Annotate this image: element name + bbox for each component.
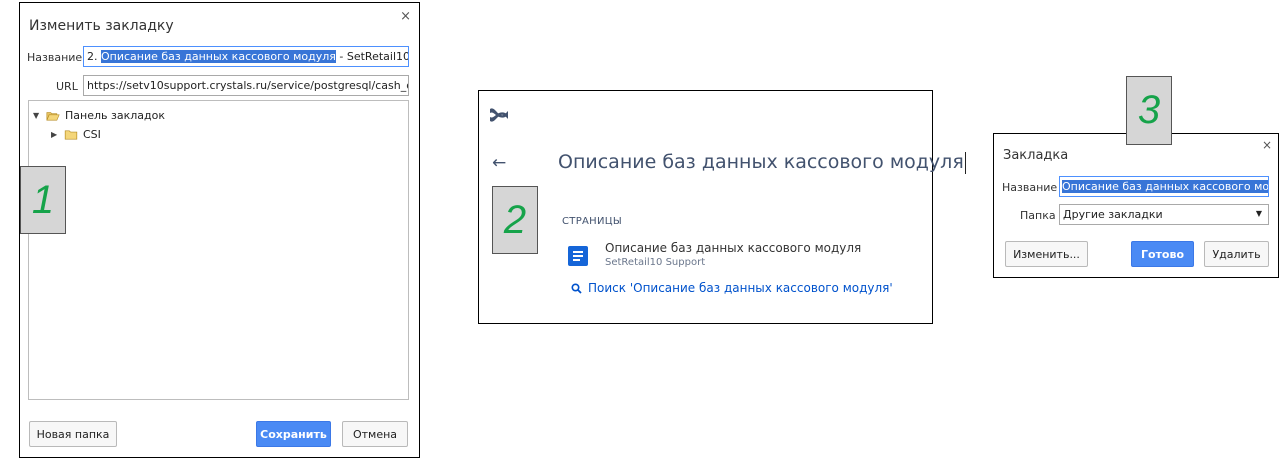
name-input[interactable]: 2. Описание баз данных кассового модуля … xyxy=(83,46,409,67)
url-label: URL xyxy=(56,80,78,93)
dropdown-arrow-icon: ▼ xyxy=(1255,209,1262,218)
tree-item-label: Панель закладок xyxy=(65,109,165,122)
search-result-title[interactable]: Описание баз данных кассового модуля xyxy=(605,241,861,255)
search-query-text: Описание баз данных кассового модуля xyxy=(558,151,964,173)
bookmark-popup: Закладка × Название Описание баз данных … xyxy=(993,133,1279,278)
step-marker-2: 2 xyxy=(492,186,538,254)
text-cursor xyxy=(964,151,966,174)
new-folder-button[interactable]: Новая папка xyxy=(29,421,117,447)
tree-item-csi[interactable]: ▶ CSI xyxy=(51,128,101,141)
name-input[interactable]: Описание баз данных кассового модуля xyxy=(1059,176,1269,197)
edit-bookmark-dialog: Изменить закладку × Название 2. Описание… xyxy=(19,2,420,458)
name-label: Название xyxy=(27,51,83,64)
confluence-logo-icon xyxy=(490,108,508,122)
confluence-search-panel: ← Описание баз данных кассового модуля С… xyxy=(478,90,966,324)
done-button[interactable]: Готово xyxy=(1131,241,1194,267)
name-selected-text: Описание баз данных кассового модуля xyxy=(101,50,336,63)
name-prefix: 2. xyxy=(87,50,101,63)
search-all-link[interactable]: Поиск 'Описание баз данных кассового мод… xyxy=(571,281,893,295)
search-result-space: SetRetail10 Support xyxy=(605,257,706,268)
folder-label: Папка xyxy=(1020,209,1056,222)
folder-select[interactable]: Другие закладки ▼ xyxy=(1059,204,1269,225)
folder-tree[interactable]: ▼ Панель закладок ▶ CSI xyxy=(28,100,409,400)
expand-down-icon[interactable]: ▼ xyxy=(33,111,41,120)
delete-button[interactable]: Удалить xyxy=(1204,241,1269,267)
close-icon[interactable]: × xyxy=(1262,138,1272,152)
dialog-title: Изменить закладку xyxy=(29,18,174,34)
search-all-label: Поиск 'Описание баз данных кассового мод… xyxy=(588,281,893,295)
page-icon xyxy=(568,246,588,266)
folder-selected-value: Другие закладки xyxy=(1063,208,1163,221)
expand-right-icon[interactable]: ▶ xyxy=(51,130,59,139)
tree-item-label: CSI xyxy=(83,128,101,141)
name-suffix: - SetRetail10 Support xyxy=(339,50,409,63)
step-marker-1: 1 xyxy=(20,166,66,234)
open-folder-icon xyxy=(46,111,60,121)
edit-button[interactable]: Изменить... xyxy=(1005,241,1088,267)
section-heading-pages: СТРАНИЦЫ xyxy=(562,216,622,227)
folder-icon xyxy=(64,130,78,139)
search-icon xyxy=(571,282,582,294)
popup-title: Закладка xyxy=(1003,148,1069,163)
name-selected-text: Описание баз данных кассового модуля xyxy=(1062,180,1268,193)
name-label: Название xyxy=(1002,181,1058,194)
tree-item-bookmarks-bar[interactable]: ▼ Панель закладок xyxy=(33,109,165,122)
save-button[interactable]: Сохранить xyxy=(256,421,331,447)
close-icon[interactable]: × xyxy=(400,9,411,24)
back-arrow-icon[interactable]: ← xyxy=(492,153,506,173)
step-marker-3: 3 xyxy=(1126,76,1172,145)
cancel-button[interactable]: Отмена xyxy=(342,421,408,447)
url-input[interactable]: https://setv10support.crystals.ru/servic… xyxy=(83,75,409,96)
search-input[interactable]: Описание баз данных кассового модуля xyxy=(558,151,966,174)
